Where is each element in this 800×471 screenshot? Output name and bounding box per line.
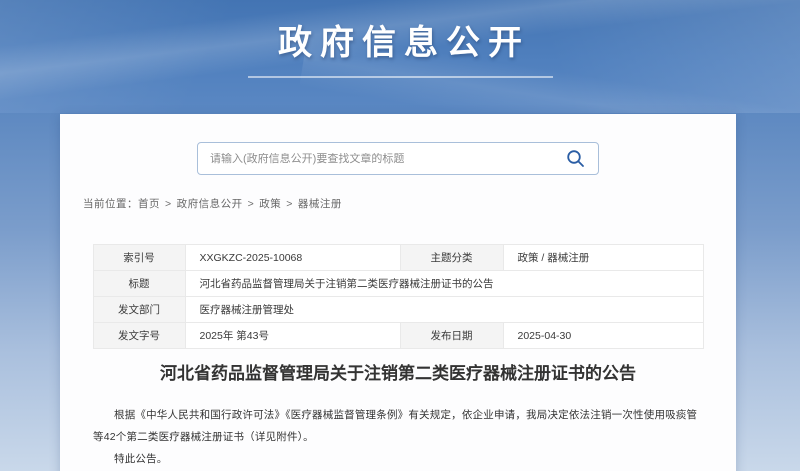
meta-label-doc-number: 发文字号	[93, 323, 185, 349]
table-row: 标题 河北省药品监督管理局关于注销第二类医疗器械注册证书的公告	[93, 271, 703, 297]
meta-label-department: 发文部门	[93, 297, 185, 323]
page-title: 政府信息公开	[0, 0, 800, 64]
meta-label-index: 索引号	[93, 245, 185, 271]
search-area	[60, 114, 736, 175]
meta-label-title: 标题	[93, 271, 185, 297]
breadcrumb-prefix: 当前位置：	[83, 198, 138, 210]
gov-info-banner: 政府信息公开	[0, 0, 800, 113]
meta-label-publish-date: 发布日期	[400, 323, 503, 349]
title-underline	[248, 76, 553, 78]
article-body: 根据《中华人民共和国行政许可法》《医疗器械监督管理条例》有关规定，依企业申请，我…	[93, 404, 705, 470]
table-row: 发文部门 医疗器械注册管理处	[93, 297, 703, 323]
breadcrumb-policy[interactable]: 政策	[259, 198, 281, 210]
document-meta-table: 索引号 XXGKZC-2025-10068 主题分类 政策 / 器械注册 标题 …	[93, 244, 704, 349]
meta-value-doc-number: 2025年 第43号	[185, 323, 400, 349]
breadcrumb-separator: >	[165, 198, 172, 210]
table-row: 索引号 XXGKZC-2025-10068 主题分类 政策 / 器械注册	[93, 245, 703, 271]
meta-value-title: 河北省药品监督管理局关于注销第二类医疗器械注册证书的公告	[185, 271, 703, 297]
breadcrumb-separator: >	[286, 198, 293, 210]
meta-label-category: 主题分类	[400, 245, 503, 271]
breadcrumb-gov-info[interactable]: 政府信息公开	[177, 198, 243, 210]
meta-value-publish-date: 2025-04-30	[503, 323, 703, 349]
content-card: 当前位置：首页 > 政府信息公开 > 政策 > 器械注册 索引号 XXGKZC-2025-1…	[60, 114, 736, 471]
search-icon	[566, 149, 585, 168]
breadcrumb-separator: >	[248, 198, 255, 210]
breadcrumb: 当前位置：首页 > 政府信息公开 > 政策 > 器械注册	[83, 196, 736, 211]
search-box	[197, 142, 599, 175]
search-input[interactable]	[210, 153, 564, 165]
breadcrumb-device-registration[interactable]: 器械注册	[298, 198, 342, 210]
article-paragraph: 特此公告。	[93, 448, 705, 470]
breadcrumb-home[interactable]: 首页	[138, 198, 160, 210]
meta-value-category: 政策 / 器械注册	[503, 245, 703, 271]
table-row: 发文字号 2025年 第43号 发布日期 2025-04-30	[93, 323, 703, 349]
meta-value-index: XXGKZC-2025-10068	[185, 245, 400, 271]
article-title: 河北省药品监督管理局关于注销第二类医疗器械注册证书的公告	[60, 362, 736, 386]
page-background: 政府信息公开 当前位置：首页 > 政府信息公开 > 政策 > 器械注册	[0, 0, 800, 471]
article-paragraph: 根据《中华人民共和国行政许可法》《医疗器械监督管理条例》有关规定，依企业申请，我…	[93, 404, 705, 448]
search-button[interactable]	[564, 148, 586, 170]
meta-value-department: 医疗器械注册管理处	[185, 297, 703, 323]
